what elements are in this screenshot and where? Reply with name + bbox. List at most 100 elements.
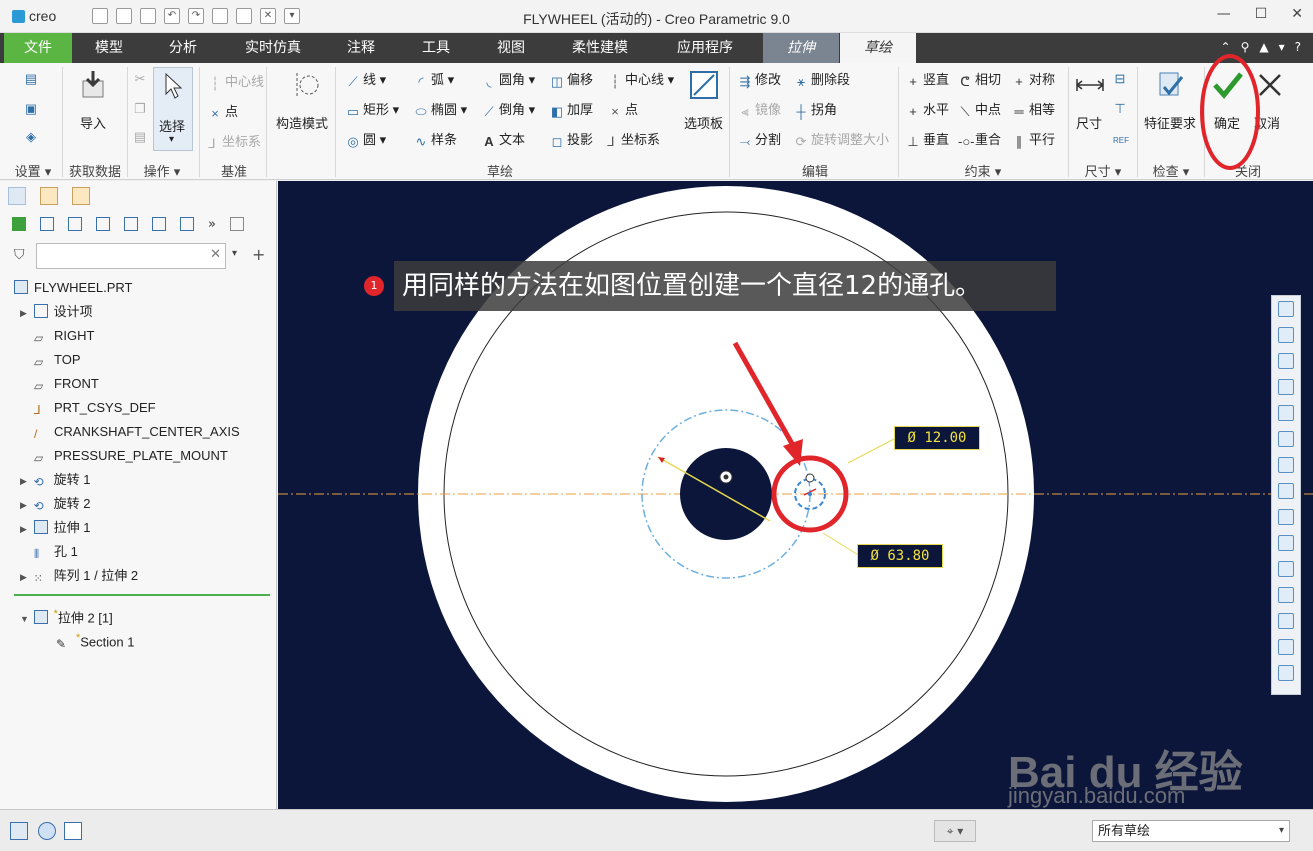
offset-button[interactable]: ◫ 偏移	[550, 69, 593, 89]
dropdown-icon[interactable]: ▾	[1279, 40, 1285, 54]
ellipse-button[interactable]: ⬭ 椭圆 ▾	[414, 99, 467, 119]
delete-segment-button[interactable]: ⚹ 删除段	[794, 69, 850, 89]
perpendicular-constraint-button[interactable]: ⊥ 垂直	[906, 129, 949, 149]
insert-here-indicator[interactable]	[14, 594, 270, 596]
tangent-constraint-button[interactable]: ᕦ 相切	[958, 69, 1001, 89]
cut-icon[interactable]: ✂	[133, 69, 150, 86]
sketcher-display-icon[interactable]	[1278, 639, 1294, 655]
zoom-refit-icon[interactable]	[1278, 301, 1294, 317]
tree-filters-icon[interactable]	[40, 217, 54, 231]
thicken-button[interactable]: ◧ 加厚	[550, 99, 593, 119]
tree-item-axis[interactable]: / CRANKSHAFT_CENTER_AXIS	[34, 420, 240, 444]
navigator-toggle-icon[interactable]	[10, 822, 28, 840]
mirror-button[interactable]: ⫷ 镜像	[738, 99, 781, 119]
group-operations[interactable]: 操作 ▾	[136, 161, 188, 180]
tab-file[interactable]: 文件	[4, 33, 72, 63]
corner-button[interactable]: ┼ 拐角	[794, 99, 837, 119]
more-icon[interactable]: »	[208, 217, 216, 232]
tab-simulation[interactable]: 实时仿真	[234, 33, 312, 63]
display-style-icon[interactable]	[1278, 405, 1294, 421]
tab-extrude[interactable]: 拉伸	[763, 33, 839, 63]
minimize-icon[interactable]: —	[1217, 6, 1231, 22]
model-icon[interactable]	[12, 217, 26, 231]
rectangle-button[interactable]: ▭ 矩形 ▾	[346, 99, 399, 119]
annotation-display-icon[interactable]	[1278, 509, 1294, 525]
add-icon[interactable]: +	[252, 245, 265, 264]
tree-item-hole-1[interactable]: ⫴ 孔 1	[34, 540, 78, 564]
favorites-tab-icon[interactable]	[72, 187, 90, 205]
close-icon[interactable]: ✕	[1291, 6, 1303, 22]
baseline-icon[interactable]: ⊤	[1113, 99, 1130, 116]
saved-orientations-icon[interactable]	[1278, 431, 1294, 447]
vertical-constraint-button[interactable]: + 竖直	[906, 69, 949, 89]
group-constrain[interactable]: 约束 ▾	[958, 161, 1008, 180]
feature-requirements-icon[interactable]	[1154, 69, 1186, 101]
filter-icon[interactable]: ⛉	[14, 247, 25, 263]
modify-button[interactable]: ⇶ 修改	[738, 69, 781, 89]
csys-button[interactable]: ⅃ 坐标系	[604, 129, 660, 149]
horizontal-constraint-button[interactable]: + 水平	[906, 99, 949, 119]
dimension-diameter-12[interactable]: Ø 12.00	[894, 426, 980, 450]
browser-toggle-icon[interactable]	[38, 822, 56, 840]
tree-search-input[interactable]: ✕	[36, 243, 226, 269]
fillet-button[interactable]: ◟ 圆角 ▾	[482, 69, 535, 89]
datum-display-icon[interactable]	[1278, 483, 1294, 499]
notes-icon[interactable]	[229, 217, 244, 231]
tree-item-plane-mount[interactable]: ▱ PRESSURE_PLATE_MOUNT	[34, 444, 228, 468]
find-icon[interactable]: ⌖ ▾	[934, 820, 976, 842]
construction-mode-button[interactable]: 构造模式	[276, 113, 328, 132]
datum-centerline-button[interactable]: ┆ 中心线	[208, 71, 264, 91]
text-button[interactable]: A 文本	[482, 129, 525, 149]
tree-item-extrude-1[interactable]: ▶ 拉伸 1	[20, 516, 90, 540]
paste-icon[interactable]: ▤	[133, 127, 150, 144]
reference-dimension-icon[interactable]: REF	[1113, 129, 1130, 148]
zoom-in-icon[interactable]	[1278, 327, 1294, 343]
import-icon[interactable]	[77, 69, 109, 101]
tab-annotate[interactable]: 注释	[330, 33, 392, 63]
constraint-display-icon[interactable]	[1278, 665, 1294, 681]
tree-item-section-1[interactable]: ✎ *Section 1	[56, 626, 134, 651]
arc-button[interactable]: ◜ 弧 ▾	[414, 69, 454, 89]
line-button[interactable]: ⟋ 线 ▾	[346, 69, 386, 89]
datum-point-button[interactable]: × 点	[208, 101, 238, 121]
palette-icon[interactable]	[688, 69, 720, 101]
project-button[interactable]: ◻ 投影	[550, 129, 593, 149]
select-button[interactable]: 选择 ▾	[153, 67, 193, 151]
group-inspect[interactable]: 检查 ▾	[1146, 161, 1196, 180]
spline-button[interactable]: ∿ 样条	[414, 129, 457, 149]
feature-requirements-button[interactable]: 特征要求	[1144, 113, 1196, 132]
zoom-out-icon[interactable]	[1278, 353, 1294, 369]
perspective-icon[interactable]	[1278, 561, 1294, 577]
parallel-constraint-button[interactable]: ∥ 平行	[1012, 129, 1055, 149]
construction-mode-icon[interactable]	[289, 69, 321, 101]
tree-item-csys[interactable]: ⅃ PRT_CSYS_DEF	[34, 396, 156, 420]
sketch-view-icon[interactable]	[1278, 535, 1294, 551]
view-manager-icon[interactable]	[1278, 457, 1294, 473]
datum-csys-button[interactable]: ⅃ 坐标系	[205, 131, 261, 151]
folder-browser-tab-icon[interactable]	[40, 187, 58, 205]
tree-item-top[interactable]: ▱ TOP	[34, 348, 81, 372]
section-view-icon[interactable]	[1278, 587, 1294, 603]
point-button[interactable]: × 点	[608, 99, 638, 119]
model-tree-tab-icon[interactable]	[8, 187, 26, 205]
circle-button[interactable]: ◎ 圆 ▾	[346, 129, 386, 149]
tree-root[interactable]: FLYWHEEL.PRT	[14, 276, 132, 300]
group-setup[interactable]: 设置 ▾	[12, 161, 54, 180]
clear-search-icon[interactable]: ✕	[210, 247, 221, 262]
dimension-diameter-63-8[interactable]: Ø 63.80	[857, 544, 943, 568]
sketch-setup-icon[interactable]: ▤	[24, 69, 41, 86]
appearance-icon[interactable]	[1278, 613, 1294, 629]
import-button[interactable]: 导入	[80, 113, 106, 132]
show-icon[interactable]	[96, 217, 110, 231]
fullscreen-icon[interactable]	[64, 822, 82, 840]
tree-item-right[interactable]: ▱ RIGHT	[34, 324, 94, 348]
tab-model[interactable]: 模型	[78, 33, 140, 63]
selection-filter-dropdown[interactable]: 所有草绘 ▾	[1092, 820, 1290, 842]
graphics-viewport[interactable]: Ø 12.00 Ø 63.80 1 用同样的方法在如图位置创建一个直径12的通孔…	[278, 181, 1313, 809]
search-dropdown-icon[interactable]: ▾	[232, 248, 237, 259]
settings-icon[interactable]	[124, 217, 138, 231]
divide-button[interactable]: ⤙ 分割	[738, 129, 781, 149]
repaint-icon[interactable]	[1278, 379, 1294, 395]
dimension-icon[interactable]	[1074, 69, 1106, 101]
copy-icon[interactable]: ❐	[133, 99, 150, 116]
